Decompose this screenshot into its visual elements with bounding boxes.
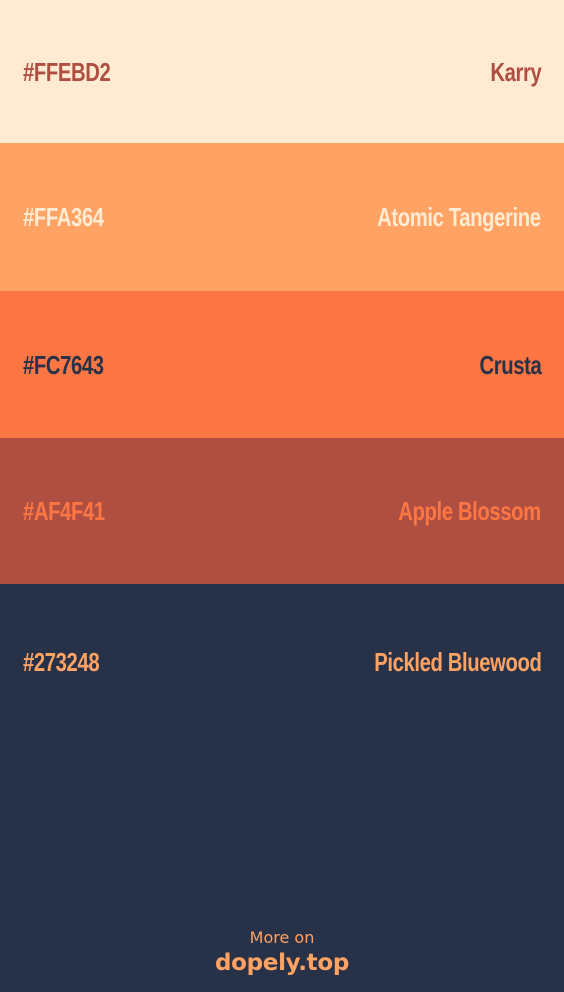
swatch-color-name: Apple Blossom [398, 496, 541, 526]
swatch-color-name: Crusta [479, 349, 541, 380]
swatch-hex-code: #FFA364 [23, 202, 104, 232]
swatch-color-name: Karry [489, 56, 541, 87]
swatch-hex-code: #273248 [23, 647, 100, 677]
swatch-hex-code: #AF4F41 [23, 496, 105, 526]
swatch-atomic-tangerine: #FFA364 Atomic Tangerine [0, 143, 564, 291]
swatch-crusta: #FC7643 Crusta [0, 291, 564, 438]
swatch-karry: #FFEBD2 Karry [0, 0, 564, 143]
swatch-hex-code: #FFEBD2 [23, 56, 111, 87]
swatch-color-name: Pickled Bluewood [373, 647, 542, 677]
footer-attribution: More on dopely.top [0, 930, 564, 975]
more-on-label: More on [249, 928, 315, 947]
brand-link[interactable]: dopely.top [0, 952, 564, 975]
swatch-apple-blossom: #AF4F41 Apple Blossom [0, 438, 564, 584]
swatch-hex-code: #FC7643 [23, 349, 104, 380]
swatch-color-name: Atomic Tangerine [377, 202, 541, 232]
